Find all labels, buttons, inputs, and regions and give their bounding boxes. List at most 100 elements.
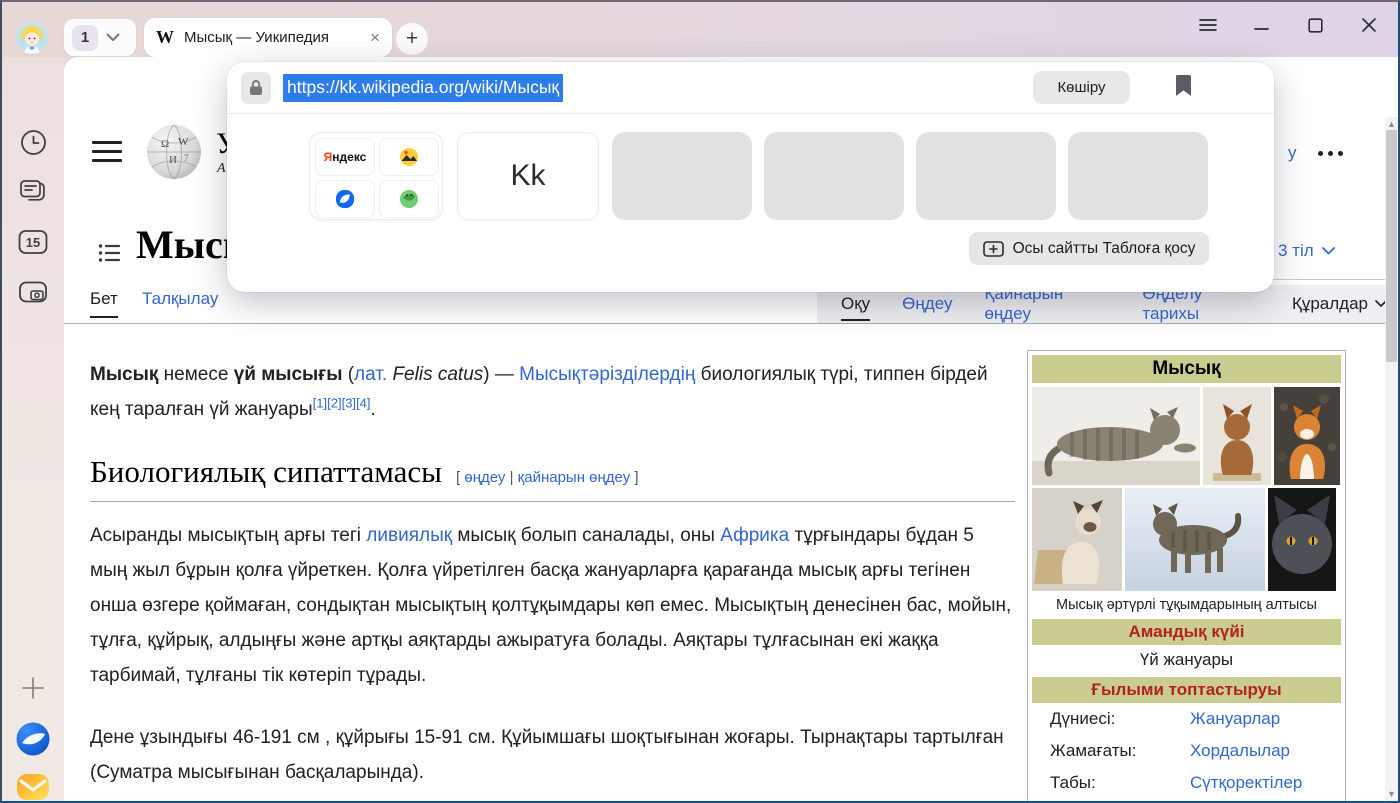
page-scrollbar[interactable]: ▲ ▼ (1385, 117, 1398, 801)
screenshot-button[interactable] (2, 279, 64, 305)
status-value: Үй жануары (1032, 645, 1341, 677)
screenshot-camera-icon (18, 279, 48, 305)
wikipedia-favicon: W (156, 27, 174, 48)
yandex-mail-shortcut[interactable] (2, 769, 64, 803)
browser-window: 1 W Мысық — Уикипедия × + (0, 0, 1400, 803)
avatar-alice-icon (16, 22, 48, 54)
cat-photo-snow-tabby[interactable] (1125, 488, 1265, 591)
tab-close-icon[interactable]: × (370, 28, 380, 48)
tab-page[interactable]: Бет (90, 289, 118, 309)
bookmark-icon (1175, 74, 1192, 97)
sidebar-add-button[interactable] (2, 675, 64, 701)
history-button[interactable] (2, 129, 64, 156)
edit-source-link[interactable]: қайнарын өңдеу (518, 469, 631, 486)
kk-tile-label: Kk (458, 133, 598, 219)
classification-header: Ғылыми топтастыруы (1032, 677, 1341, 703)
scrollbar-thumb[interactable] (1386, 130, 1397, 362)
yandex-disk-icon (335, 189, 355, 209)
taxon-link[interactable]: Хордалылар (1190, 741, 1290, 761)
omnibox-popup: https://kk.wikipedia.org/wiki/Мысық Көші… (227, 62, 1274, 292)
new-tab-button[interactable]: + (396, 23, 428, 55)
scroll-up-icon[interactable]: ▲ (1385, 119, 1398, 129)
yandex-images-tile[interactable] (379, 138, 439, 176)
tablo-tiles: Яндекс (227, 132, 1274, 222)
personal-tools-link[interactable]: у (1288, 143, 1297, 163)
edit-link[interactable]: өңдеу (464, 469, 505, 486)
article-body: Мысық немесе үй мысығы (лат. Felis catus… (90, 357, 1015, 801)
empty-tablo-tile[interactable] (612, 132, 752, 220)
cat-photo-abyssinian[interactable] (1203, 387, 1271, 485)
add-to-tablo-button[interactable]: Осы сайтты Таблоға қосу (969, 232, 1209, 265)
infobox-caption: Мысық әртүрлі тұқымдарының алтысы (1032, 594, 1341, 619)
plus-icon (20, 675, 46, 701)
language-button[interactable]: 3 тіл (1278, 241, 1335, 261)
address-bar[interactable]: https://kk.wikipedia.org/wiki/Мысық Көші… (227, 62, 1274, 114)
wikipedia-logo[interactable]: Ω W И 7 (144, 123, 204, 190)
ssl-lock-badge[interactable] (241, 72, 271, 104)
cat-photo-siamese[interactable] (1032, 488, 1122, 591)
infobox-image-grid (1032, 387, 1341, 591)
table-row: Табы: Сүтқоректілер (1032, 767, 1341, 799)
tab-group-counter[interactable]: 1 (64, 19, 136, 56)
wikipedia-globe-icon: Ω W И 7 (144, 123, 204, 185)
tabs-divider (64, 323, 1387, 324)
feed-button[interactable] (2, 178, 64, 203)
wikipedia-tagline: А (217, 161, 226, 177)
empty-tablo-tile[interactable] (764, 132, 904, 220)
close-window-button[interactable] (1356, 14, 1382, 36)
paragraph: Дене ұзындығы 46-191 см , құйрығы 15-91 … (90, 720, 1015, 790)
yandex-disk-tile[interactable] (315, 180, 375, 218)
table-row: Жамағаты: Хордалылар (1032, 735, 1341, 767)
status-header: Амандық күйі (1032, 619, 1341, 645)
yandex-search-tile[interactable]: Яндекс (315, 138, 375, 176)
kk-wikipedia-tile[interactable]: Kk (457, 132, 599, 220)
maximize-button[interactable] (1302, 14, 1328, 36)
taxobox: Мысық (1027, 350, 1346, 801)
yandex-mail-icon (15, 769, 51, 803)
contents-list-icon[interactable] (98, 243, 120, 268)
profile-avatar[interactable] (16, 22, 48, 54)
yandex-browser-shortcut[interactable] (2, 721, 64, 757)
empty-tablo-tile[interactable] (916, 132, 1056, 220)
scroll-down-icon[interactable]: ▼ (1385, 789, 1398, 799)
cat-photo-orange-white[interactable] (1274, 387, 1340, 485)
tab-talk[interactable]: Талқылау (142, 289, 218, 309)
bookmark-button[interactable] (1175, 74, 1192, 102)
chevron-down-icon (106, 33, 120, 42)
chevron-down-icon (1322, 247, 1335, 255)
cat-photo-tabby-ledge[interactable] (1032, 387, 1200, 485)
empty-tablo-tile[interactable] (1068, 132, 1208, 220)
taxon-link[interactable]: Жануарлар (1190, 709, 1280, 729)
svg-text:7: 7 (184, 153, 189, 163)
minimize-button[interactable] (1248, 14, 1274, 36)
active-tab[interactable]: W Мысық — Уикипедия × (144, 18, 392, 57)
feed-icon (19, 178, 47, 203)
svg-text:15: 15 (26, 235, 40, 250)
section-heading: Биологиялық сипаттамасы[ өңдеу | қайнары… (90, 454, 1015, 502)
svg-text:W: W (178, 136, 189, 148)
add-square-icon (983, 241, 1004, 257)
copy-url-button[interactable]: Көшіру (1033, 71, 1130, 104)
ellipsis-menu-icon[interactable] (1318, 151, 1343, 156)
titlebar: 1 W Мысық — Уикипедия × + (2, 2, 1398, 57)
taxon-rank-label: Дүниесі: (1050, 709, 1190, 729)
taxon-link[interactable]: Сүтқоректілер (1190, 773, 1302, 793)
table-row: Дүниесі: Жануарлар (1032, 703, 1341, 735)
tab-count-badge: 1 (72, 25, 98, 51)
browser-menu-icon[interactable] (1195, 14, 1221, 36)
wiki-menu-button[interactable] (92, 141, 122, 165)
lock-icon (249, 79, 263, 96)
yandex-services-tile[interactable]: Яндекс (309, 132, 443, 220)
history-clock-icon (20, 129, 47, 156)
url-input[interactable]: https://kk.wikipedia.org/wiki/Мысық (283, 74, 563, 102)
tabs-panel-button[interactable]: 15 (2, 229, 64, 255)
tab-read[interactable]: Оқу (841, 294, 870, 314)
tab-title: Мысық — Уикипедия (184, 29, 360, 46)
infobox-title: Мысық (1032, 355, 1341, 383)
tab-tools[interactable]: Құралдар (1292, 294, 1387, 314)
yandex-wordmark: Яндекс (324, 150, 367, 164)
yandex-green-service-tile[interactable] (379, 180, 439, 218)
cat-photo-gray-closeup[interactable] (1268, 488, 1336, 591)
paragraph: Асыранды мысықтың арғы тегі ливиялық мыс… (90, 518, 1015, 693)
tab-edit[interactable]: Өңдеу (902, 294, 952, 314)
